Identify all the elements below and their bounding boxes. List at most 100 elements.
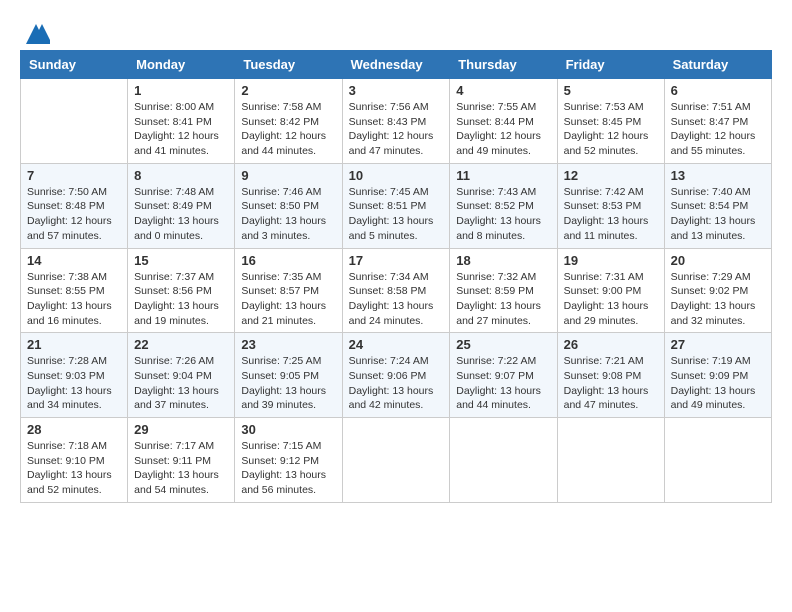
day-number: 16 — [241, 253, 335, 268]
logo-icon — [22, 20, 50, 48]
day-info: Sunrise: 7:43 AM Sunset: 8:52 PM Dayligh… — [456, 185, 550, 244]
day-number: 6 — [671, 83, 765, 98]
calendar-cell: 26 Sunrise: 7:21 AM Sunset: 9:08 PM Dayli… — [557, 333, 664, 418]
day-number: 26 — [564, 337, 658, 352]
calendar-cell: 14 Sunrise: 7:38 AM Sunset: 8:55 PM Dayli… — [21, 248, 128, 333]
day-header-wednesday: Wednesday — [342, 51, 450, 79]
day-info: Sunrise: 7:17 AM Sunset: 9:11 PM Dayligh… — [134, 439, 228, 498]
page-header — [20, 20, 772, 40]
day-info: Sunrise: 7:53 AM Sunset: 8:45 PM Dayligh… — [564, 100, 658, 159]
day-info: Sunrise: 7:56 AM Sunset: 8:43 PM Dayligh… — [349, 100, 444, 159]
day-info: Sunrise: 7:28 AM Sunset: 9:03 PM Dayligh… — [27, 354, 121, 413]
day-number: 10 — [349, 168, 444, 183]
day-info: Sunrise: 7:34 AM Sunset: 8:58 PM Dayligh… — [349, 270, 444, 329]
day-info: Sunrise: 7:21 AM Sunset: 9:08 PM Dayligh… — [564, 354, 658, 413]
calendar-cell: 10 Sunrise: 7:45 AM Sunset: 8:51 PM Dayli… — [342, 163, 450, 248]
day-info: Sunrise: 7:24 AM Sunset: 9:06 PM Dayligh… — [349, 354, 444, 413]
day-number: 22 — [134, 337, 228, 352]
calendar-cell: 7 Sunrise: 7:50 AM Sunset: 8:48 PM Daylig… — [21, 163, 128, 248]
calendar-cell: 2 Sunrise: 7:58 AM Sunset: 8:42 PM Daylig… — [235, 79, 342, 164]
day-number: 29 — [134, 422, 228, 437]
day-info: Sunrise: 7:55 AM Sunset: 8:44 PM Dayligh… — [456, 100, 550, 159]
day-number: 28 — [27, 422, 121, 437]
day-number: 12 — [564, 168, 658, 183]
day-info: Sunrise: 7:35 AM Sunset: 8:57 PM Dayligh… — [241, 270, 335, 329]
logo — [20, 20, 50, 40]
calendar-cell: 8Sunrise: 7:48 AM Sunset: 8:49 PM Daylig… — [128, 163, 235, 248]
calendar-cell: 11 Sunrise: 7:43 AM Sunset: 8:52 PM Dayli… — [450, 163, 557, 248]
calendar-cell: 15 Sunrise: 7:37 AM Sunset: 8:56 PM Dayli… — [128, 248, 235, 333]
day-info: Sunrise: 7:37 AM Sunset: 8:56 PM Dayligh… — [134, 270, 228, 329]
day-info: Sunrise: 7:38 AM Sunset: 8:55 PM Dayligh… — [27, 270, 121, 329]
day-info: Sunrise: 7:19 AM Sunset: 9:09 PM Dayligh… — [671, 354, 765, 413]
day-info: Sunrise: 7:45 AM Sunset: 8:51 PM Dayligh… — [349, 185, 444, 244]
calendar-cell — [450, 418, 557, 503]
day-number: 17 — [349, 253, 444, 268]
calendar-cell: 30 Sunrise: 7:15 AM Sunset: 9:12 PM Dayli… — [235, 418, 342, 503]
day-number: 25 — [456, 337, 550, 352]
day-number: 13 — [671, 168, 765, 183]
calendar-cell: 28 Sunrise: 7:18 AM Sunset: 9:10 PM Dayli… — [21, 418, 128, 503]
calendar-cell — [664, 418, 771, 503]
calendar-cell: 13 Sunrise: 7:40 AM Sunset: 8:54 PM Dayli… — [664, 163, 771, 248]
calendar-cell: 16 Sunrise: 7:35 AM Sunset: 8:57 PM Dayli… — [235, 248, 342, 333]
day-number: 21 — [27, 337, 121, 352]
calendar-cell: 9Sunrise: 7:46 AM Sunset: 8:50 PM Daylig… — [235, 163, 342, 248]
day-info: Sunrise: 7:46 AM Sunset: 8:50 PM Dayligh… — [241, 185, 335, 244]
calendar-cell: 24 Sunrise: 7:24 AM Sunset: 9:06 PM Dayli… — [342, 333, 450, 418]
day-number: 27 — [671, 337, 765, 352]
day-number: 11 — [456, 168, 550, 183]
calendar-cell: 12Sunrise: 7:42 AM Sunset: 8:53 PM Dayli… — [557, 163, 664, 248]
calendar-cell: 20 Sunrise: 7:29 AM Sunset: 9:02 PM Dayli… — [664, 248, 771, 333]
day-number: 2 — [241, 83, 335, 98]
day-info: Sunrise: 7:40 AM Sunset: 8:54 PM Dayligh… — [671, 185, 765, 244]
day-header-thursday: Thursday — [450, 51, 557, 79]
day-info: Sunrise: 7:58 AM Sunset: 8:42 PM Dayligh… — [241, 100, 335, 159]
day-number: 15 — [134, 253, 228, 268]
day-number: 30 — [241, 422, 335, 437]
calendar-cell — [342, 418, 450, 503]
day-info: Sunrise: 7:18 AM Sunset: 9:10 PM Dayligh… — [27, 439, 121, 498]
calendar-cell — [557, 418, 664, 503]
day-info: Sunrise: 7:25 AM Sunset: 9:05 PM Dayligh… — [241, 354, 335, 413]
day-header-friday: Friday — [557, 51, 664, 79]
day-header-saturday: Saturday — [664, 51, 771, 79]
day-info: Sunrise: 8:00 AM Sunset: 8:41 PM Dayligh… — [134, 100, 228, 159]
day-info: Sunrise: 7:48 AM Sunset: 8:49 PM Dayligh… — [134, 185, 228, 244]
day-info: Sunrise: 7:31 AM Sunset: 9:00 PM Dayligh… — [564, 270, 658, 329]
day-info: Sunrise: 7:26 AM Sunset: 9:04 PM Dayligh… — [134, 354, 228, 413]
calendar-cell: 25 Sunrise: 7:22 AM Sunset: 9:07 PM Dayli… — [450, 333, 557, 418]
day-info: Sunrise: 7:50 AM Sunset: 8:48 PM Dayligh… — [27, 185, 121, 244]
day-number: 18 — [456, 253, 550, 268]
calendar-cell: 27 Sunrise: 7:19 AM Sunset: 9:09 PM Dayli… — [664, 333, 771, 418]
calendar-cell: 18Sunrise: 7:32 AM Sunset: 8:59 PM Dayli… — [450, 248, 557, 333]
day-info: Sunrise: 7:22 AM Sunset: 9:07 PM Dayligh… — [456, 354, 550, 413]
day-info: Sunrise: 7:51 AM Sunset: 8:47 PM Dayligh… — [671, 100, 765, 159]
calendar-cell — [21, 79, 128, 164]
day-info: Sunrise: 7:15 AM Sunset: 9:12 PM Dayligh… — [241, 439, 335, 498]
day-number: 14 — [27, 253, 121, 268]
day-number: 24 — [349, 337, 444, 352]
day-number: 23 — [241, 337, 335, 352]
calendar-cell: 19 Sunrise: 7:31 AM Sunset: 9:00 PM Dayli… — [557, 248, 664, 333]
day-info: Sunrise: 7:29 AM Sunset: 9:02 PM Dayligh… — [671, 270, 765, 329]
week-row-5: 28 Sunrise: 7:18 AM Sunset: 9:10 PM Dayli… — [21, 418, 772, 503]
calendar-cell: 29 Sunrise: 7:17 AM Sunset: 9:11 PM Dayli… — [128, 418, 235, 503]
week-row-4: 21 Sunrise: 7:28 AM Sunset: 9:03 PM Dayli… — [21, 333, 772, 418]
calendar-cell: 17 Sunrise: 7:34 AM Sunset: 8:58 PM Dayli… — [342, 248, 450, 333]
calendar-cell: 21 Sunrise: 7:28 AM Sunset: 9:03 PM Dayli… — [21, 333, 128, 418]
day-header-sunday: Sunday — [21, 51, 128, 79]
header-row: SundayMondayTuesdayWednesdayThursdayFrid… — [21, 51, 772, 79]
calendar-cell: 1 Sunrise: 8:00 AM Sunset: 8:41 PM Daylig… — [128, 79, 235, 164]
week-row-2: 7 Sunrise: 7:50 AM Sunset: 8:48 PM Daylig… — [21, 163, 772, 248]
day-number: 1 — [134, 83, 228, 98]
calendar-cell: 3Sunrise: 7:56 AM Sunset: 8:43 PM Daylig… — [342, 79, 450, 164]
calendar-table: SundayMondayTuesdayWednesdayThursdayFrid… — [20, 50, 772, 503]
calendar-cell: 4Sunrise: 7:55 AM Sunset: 8:44 PM Daylig… — [450, 79, 557, 164]
day-number: 20 — [671, 253, 765, 268]
day-header-monday: Monday — [128, 51, 235, 79]
day-number: 7 — [27, 168, 121, 183]
week-row-1: 1 Sunrise: 8:00 AM Sunset: 8:41 PM Daylig… — [21, 79, 772, 164]
calendar-cell: 23 Sunrise: 7:25 AM Sunset: 9:05 PM Dayli… — [235, 333, 342, 418]
day-number: 19 — [564, 253, 658, 268]
